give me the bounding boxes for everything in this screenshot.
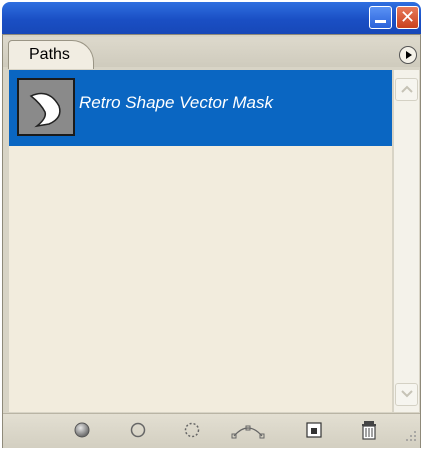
make-work-path-button[interactable] [228, 418, 268, 442]
vertical-scrollbar[interactable] [394, 70, 419, 412]
close-button[interactable]: ✕ [396, 6, 419, 29]
scroll-up-button[interactable] [395, 78, 418, 101]
path-thumbnail [17, 78, 75, 136]
paths-list[interactable]: Retro Shape Vector Mask [9, 70, 392, 412]
panel-menu-arrow-icon[interactable] [399, 46, 417, 64]
chevron-down-icon [401, 390, 413, 398]
paths-panel-window: ✕ Paths Retro Shape Vector Mask [0, 0, 423, 450]
scroll-down-button[interactable] [395, 383, 418, 406]
fill-path-button[interactable] [68, 418, 96, 442]
stroke-path-icon [130, 422, 146, 438]
make-work-path-icon [231, 425, 265, 439]
path-row-selected[interactable]: Retro Shape Vector Mask [9, 70, 392, 146]
title-bar[interactable]: ✕ [2, 2, 421, 34]
load-selection-button[interactable] [178, 418, 206, 442]
minimize-button[interactable] [369, 6, 392, 29]
stroke-path-button[interactable] [124, 418, 152, 442]
resize-grip-icon [406, 431, 416, 441]
chevron-up-icon [401, 85, 413, 93]
tab-label: Paths [29, 46, 70, 63]
fill-path-icon [74, 422, 90, 438]
resize-grip[interactable] [403, 428, 417, 442]
path-name: Retro Shape Vector Mask [79, 93, 274, 112]
close-icon: ✕ [399, 7, 416, 28]
trash-icon [362, 421, 376, 440]
load-path-as-selection-icon [184, 422, 200, 438]
new-path-icon [306, 422, 322, 438]
new-path-button[interactable] [300, 418, 328, 442]
delete-path-button[interactable] [355, 418, 383, 442]
shape-thumbnail-icon [29, 92, 61, 128]
tab-paths[interactable]: Paths [8, 40, 94, 69]
